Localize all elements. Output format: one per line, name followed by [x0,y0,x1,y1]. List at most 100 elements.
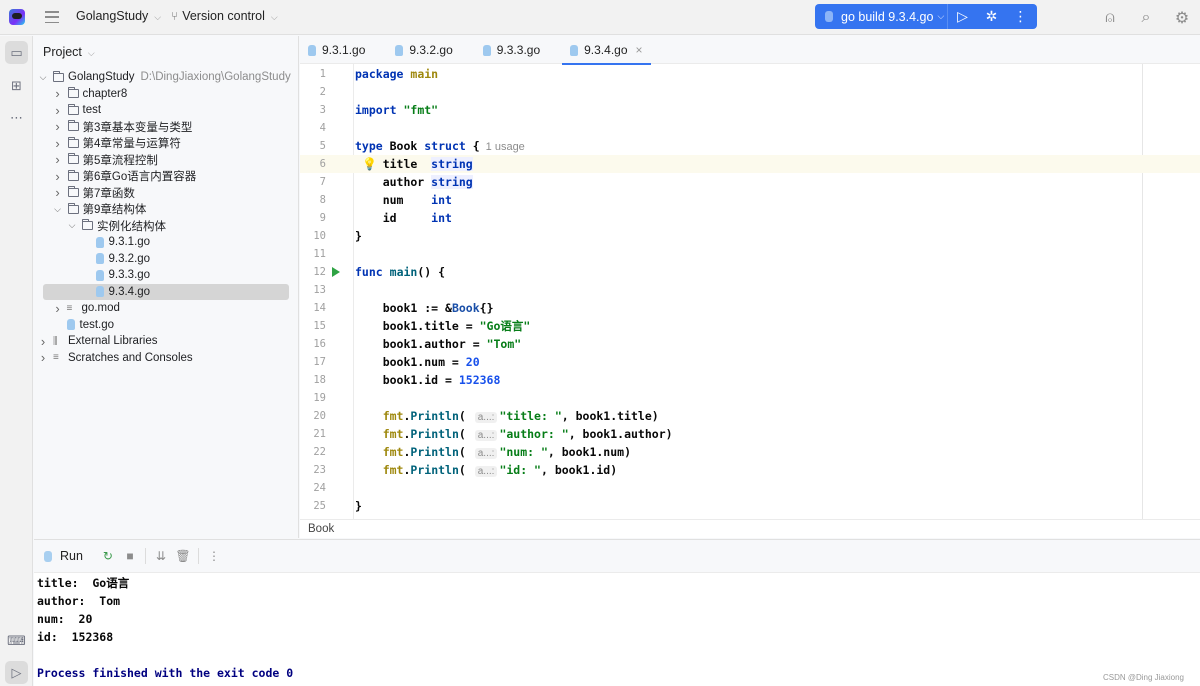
tree-item[interactable]: 9.3.2.go [34,251,299,268]
code-line[interactable]: 6 💡 title string [300,155,1200,173]
code-line[interactable]: 20 fmt.Println( a...: "title: ", book1.ti… [300,407,1200,425]
chevron-right-icon[interactable]: › [38,350,48,365]
chevron-right-icon[interactable]: › [53,103,63,118]
code-line[interactable]: 19 [300,389,1200,407]
code-line[interactable]: 16 book1.author = "Tom" [300,335,1200,353]
project-pane-title[interactable]: Project ⌵ [43,45,95,59]
code-line[interactable]: 13 [300,281,1200,299]
go-file-icon [95,236,104,248]
code-line[interactable]: 1 package main [300,65,1200,83]
scroll-to-end-icon[interactable]: ⇊ [150,549,172,563]
code-line[interactable]: 15 book1.title = "Go语言" [300,317,1200,335]
code-line[interactable]: 2 [300,83,1200,101]
code-line[interactable]: 17 book1.num = 20 [300,353,1200,371]
tree-item[interactable]: › 第6章Go语言内置容器 [34,168,299,185]
breadcrumb-item[interactable]: Book [308,523,334,535]
project-selector[interactable]: GolangStudy ⌵ [76,9,161,23]
main-menu-icon[interactable] [45,11,59,23]
code-line[interactable]: 18 book1.id = 152368 [300,371,1200,389]
add-user-icon[interactable]: ⍝ [1092,9,1128,27]
code-line[interactable]: 5 type Book struct {1 usage [300,137,1200,155]
run-tab[interactable]: Run [44,549,83,563]
run-gutter-icon[interactable] [332,267,340,277]
code-text: import "fmt" [355,103,439,117]
code-line[interactable]: 14 book1 := &Book{} [300,299,1200,317]
tree-item[interactable]: › 第4章常量与运算符 [34,135,299,152]
chevron-right-icon[interactable]: › [38,334,48,349]
code-line[interactable]: 11 [300,245,1200,263]
debug-button[interactable]: ✲ [977,8,1006,25]
tab-9-3-3-go[interactable]: 9.3.3.go [475,36,548,64]
watermark: CSDN @Ding Jiaxiong [1102,673,1184,682]
tree-item[interactable]: › test [34,102,299,119]
code-line[interactable]: 22 fmt.Println( a...: "num: ", book1.num) [300,443,1200,461]
settings-icon[interactable]: ⚙ [1164,8,1200,28]
code-line[interactable]: 25} [300,497,1200,515]
console-line: Process finished with the exit code 0 [37,666,294,680]
tree-item[interactable]: › ≡ Scratches and Consoles [34,350,299,367]
code-line[interactable]: 4 [300,119,1200,137]
chevron-right-icon[interactable]: › [53,152,63,167]
tree-item[interactable]: 9.3.1.go [34,234,299,251]
tree-item[interactable]: test.go [34,317,299,334]
tree-item[interactable]: › ⫼ External Libraries [34,333,299,350]
tree-item[interactable]: ⌵ 第9章结构体 [34,201,299,218]
rerun-icon[interactable]: ↻ [97,549,119,563]
stop-icon[interactable]: ■ [119,549,141,563]
line-number: 6 [319,158,326,170]
run-config-selector[interactable]: go build 9.3.4.go ⌵ [815,4,948,29]
code-line[interactable]: 24 [300,479,1200,497]
run-panel: Run ↻ ■ ⇊ 🗑 ⋮ title: Go语言 author: Tom num:… [34,539,1200,686]
tree-item[interactable]: ⌵ GolangStudy D:\DingJiaxiong\GolangStudy [34,69,299,86]
clear-icon[interactable]: 🗑 [172,549,194,563]
version-control-selector[interactable]: ⑂ Version control ⌵ [171,9,278,23]
run-tool-icon[interactable]: ▷ [5,661,28,684]
code-line[interactable]: 21 fmt.Println( a...: "author: ", book1.a… [300,425,1200,443]
more-actions-button[interactable]: ⋮ [1006,8,1035,25]
project-icon[interactable]: ▭ [5,41,28,64]
code-line[interactable]: 7 author string [300,173,1200,191]
code-line[interactable]: 10} [300,227,1200,245]
tree-item[interactable]: 9.3.3.go [34,267,299,284]
structure-icon[interactable]: ⊞ [5,74,28,97]
chevron-down-icon[interactable]: ⌵ [67,220,77,231]
breadcrumb[interactable]: Book [300,519,1200,538]
code-line[interactable]: 8 num int [300,191,1200,209]
usage-hint[interactable]: 1 usage [486,141,525,153]
tree-item[interactable]: › 第5章流程控制 [34,152,299,169]
console-output[interactable]: title: Go语言 author: Tom num: 20 id: 152368 … [37,574,293,682]
close-icon[interactable]: × [636,43,643,57]
chevron-right-icon[interactable]: › [53,169,63,184]
tree-item[interactable]: › ≡ go.mod [34,300,299,317]
tree-item[interactable]: › 第3章基本变量与类型 [34,119,299,136]
code-line[interactable]: 12 func main() { [300,263,1200,281]
code-area[interactable]: 1 package main 2 3 import "fmt" 4 5 type Book s… [300,64,1200,519]
code-line[interactable]: 3 import "fmt" [300,101,1200,119]
tree-item[interactable]: ⌵ 实例化结构体 [34,218,299,235]
tree-item[interactable]: 9.3.4.go [43,283,289,300]
tab-9-3-4-go[interactable]: 9.3.4.go × [562,36,651,65]
more-icon[interactable]: ⋮ [203,549,225,563]
line-number: 24 [313,482,326,494]
app-logo-icon[interactable] [9,9,25,25]
code-line[interactable]: 9 id int [300,209,1200,227]
chevron-down-icon[interactable]: ⌵ [53,204,63,215]
line-number: 8 [319,194,326,206]
search-icon[interactable]: ⌕ [1128,9,1164,27]
line-number: 12 [313,266,326,278]
chevron-right-icon[interactable]: › [53,301,63,316]
tab-9-3-1-go[interactable]: 9.3.1.go [300,36,373,64]
chevron-right-icon[interactable]: › [53,119,63,134]
chevron-right-icon[interactable]: › [53,136,63,151]
chevron-right-icon[interactable]: › [53,86,63,101]
chevron-down-icon[interactable]: ⌵ [38,72,48,83]
run-button[interactable]: ▷ [948,8,977,25]
tree-item[interactable]: › 第7章函数 [34,185,299,202]
more-icon[interactable]: ⋯ [5,106,28,129]
chevron-right-icon[interactable]: › [53,185,63,200]
terminal-icon[interactable]: ⌨ [5,629,28,652]
tree-item[interactable]: › chapter8 [34,86,299,103]
tab-label: 9.3.2.go [409,43,453,57]
tab-9-3-2-go[interactable]: 9.3.2.go [387,36,460,64]
code-line[interactable]: 23 fmt.Println( a...: "id: ", book1.id) [300,461,1200,479]
